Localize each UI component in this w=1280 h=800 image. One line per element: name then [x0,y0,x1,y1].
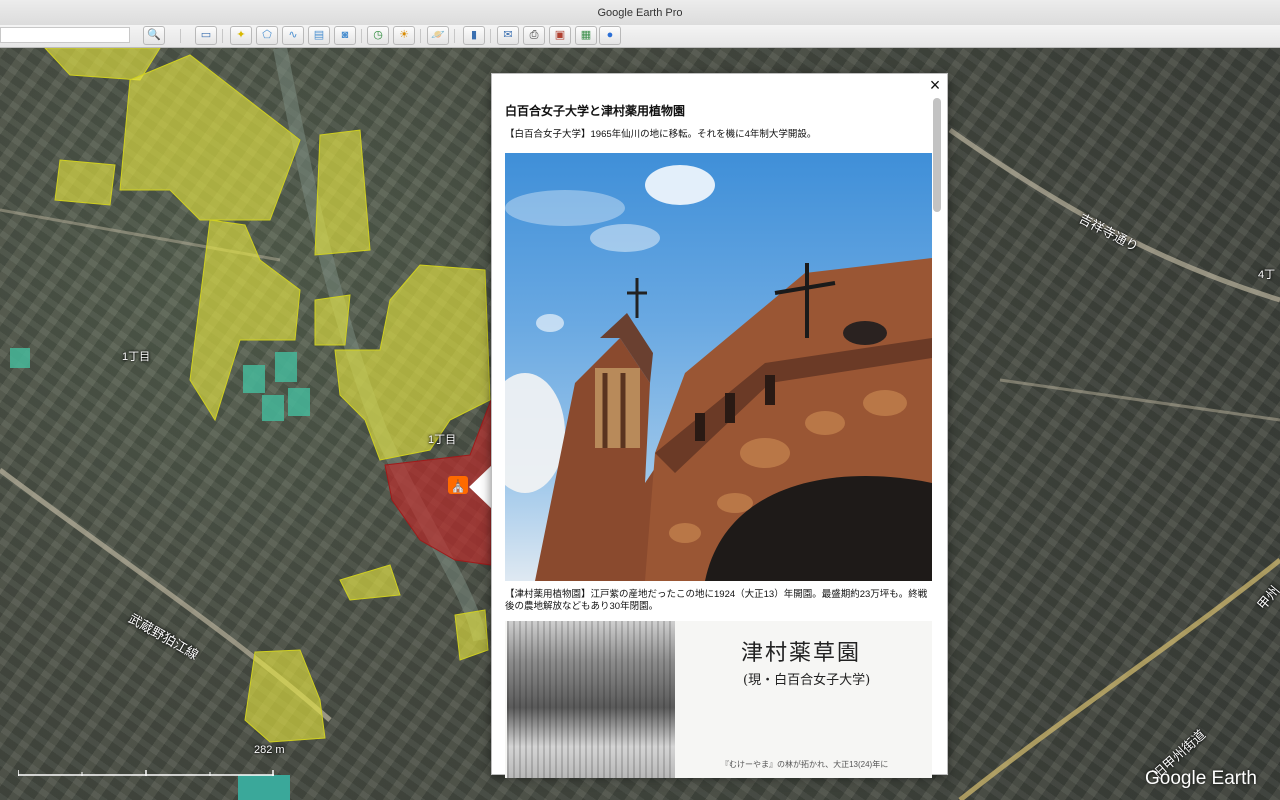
historical-imagery-button[interactable]: ◷ [367,26,389,45]
historical-photo-image [507,621,675,778]
historical-photo-subtitle: (現・白百合女子大学) [743,673,871,688]
placemark-marker[interactable]: ⛪ [448,476,468,494]
close-button[interactable]: × [927,76,943,94]
toolbar-divider [222,29,223,43]
rose-window [843,321,887,345]
planets-button[interactable]: 🪐 [427,26,449,45]
greenhouse [288,388,310,416]
search-button[interactable]: 🔍 [143,26,165,45]
yellow-area [244,649,326,743]
toolbar-divider [180,29,181,43]
print-icon: ⎙ [529,29,539,41]
church-illustration [505,165,932,581]
road-line [999,378,1280,422]
road-line [958,558,1280,800]
district-label: 1丁目 [428,434,457,446]
add-path-button[interactable]: ∿ [282,26,304,45]
info-balloon: × 白百合女子大学と津村薬用植物園 【白百合女子大学】1965年仙川の地に移転。… [491,73,948,778]
toolbar-divider [490,29,491,43]
historical-photo-caption: 『むけーやま』の林が拓かれ、大正13(24)年に [721,760,889,769]
scale-bar [18,770,274,776]
road-line [948,127,1280,303]
google-earth-logo: Google Earth [1145,768,1257,789]
cloud [645,165,715,205]
yellow-area [334,264,491,461]
greenhouse [262,395,284,421]
view-in-maps-button[interactable]: ▦ [575,26,597,45]
greenhouse [275,352,297,382]
view-in-maps-icon: ▦ [580,29,592,41]
toolbar-divider [361,29,362,43]
toolbar-divider [454,29,455,43]
ruler-icon: ▮ [470,29,478,41]
print-button[interactable]: ⎙ [523,26,545,45]
record-tour-icon: ◙ [341,29,349,41]
save-image-icon: ▣ [554,29,566,41]
balloon-paragraph: 【白百合女子大学】1965年仙川の地に移転。それを機に4年制大学開設。 [505,129,817,140]
cloud [536,314,564,332]
tower-louvers [595,368,640,448]
church-photo [505,153,932,581]
cloud [505,373,565,493]
yellow-area [314,129,371,256]
record-tour-button[interactable]: ◙ [334,26,356,45]
greenhouse [10,348,30,368]
polygon-icon: ⬠ [262,29,272,41]
path-icon: ∿ [288,29,298,41]
email-icon: ✉ [503,29,513,41]
historical-photo-title: 津村薬草園 [741,641,862,666]
historical-photo: 津村薬草園 (現・白百合女子大学) 『むけーやま』の林が拓かれ、大正13(24)… [505,621,932,778]
earth-globe-icon: ● [606,29,614,41]
search-input[interactable] [0,27,130,43]
placemark-glyph: ⛪ [451,478,466,493]
add-polygon-button[interactable]: ⬠ [256,26,278,45]
add-placemark-button[interactable]: ✦ [230,26,252,45]
yellow-area [54,159,116,206]
greenhouse [243,365,265,393]
window-titlebar: Google Earth Pro [0,0,1280,26]
window-title: Google Earth Pro [597,6,683,19]
balloon-paragraph: 【津村薬用植物園】江戸紫の産地だったこの地に1924（大正13）年開園。最盛期約… [505,589,928,612]
cloud [590,224,660,252]
balloon-content: 白百合女子大学と津村薬用植物園 【白百合女子大学】1965年仙川の地に移転。それ… [505,102,932,778]
ruler-button[interactable]: ▮ [463,26,485,45]
district-label: 4丁 [1258,269,1276,281]
balloon-pointer [469,465,492,509]
sunlight-icon: ☀ [399,29,409,41]
sidebar-toggle-button[interactable]: ▭ [195,26,217,45]
planets-icon: 🪐 [431,29,445,41]
yellow-area [454,609,489,661]
teal-building [238,775,290,800]
earth-globe-button[interactable]: ● [599,26,621,45]
toolbar-divider [420,29,421,43]
yellow-area [119,54,301,221]
greenhouse-buildings [10,348,310,421]
district-label: 1丁目 [122,351,151,363]
sidebar-toggle-icon: ▭ [200,29,212,41]
placemark-icon: ✦ [236,29,246,41]
scale-label: 282 m [254,744,285,756]
balloon-title: 白百合女子大学と津村薬用植物園 [505,104,686,118]
yellow-area [339,564,401,601]
toolbar: 🔍 ▭ ✦ ⬠ ∿ ▤ ◙ ◷ ☀ 🪐 ▮ ✉ ⎙ ▣ ▦ ● [0,25,1280,48]
sunlight-button[interactable]: ☀ [393,26,415,45]
balloon-scrollbar[interactable] [933,98,941,212]
cloud [505,190,625,226]
yellow-area [314,294,351,346]
historical-imagery-icon: ◷ [373,29,383,41]
email-button[interactable]: ✉ [497,26,519,45]
add-image-overlay-button[interactable]: ▤ [308,26,330,45]
save-image-button[interactable]: ▣ [549,26,571,45]
search-icon: 🔍 [147,29,161,41]
image-overlay-icon: ▤ [313,29,325,41]
